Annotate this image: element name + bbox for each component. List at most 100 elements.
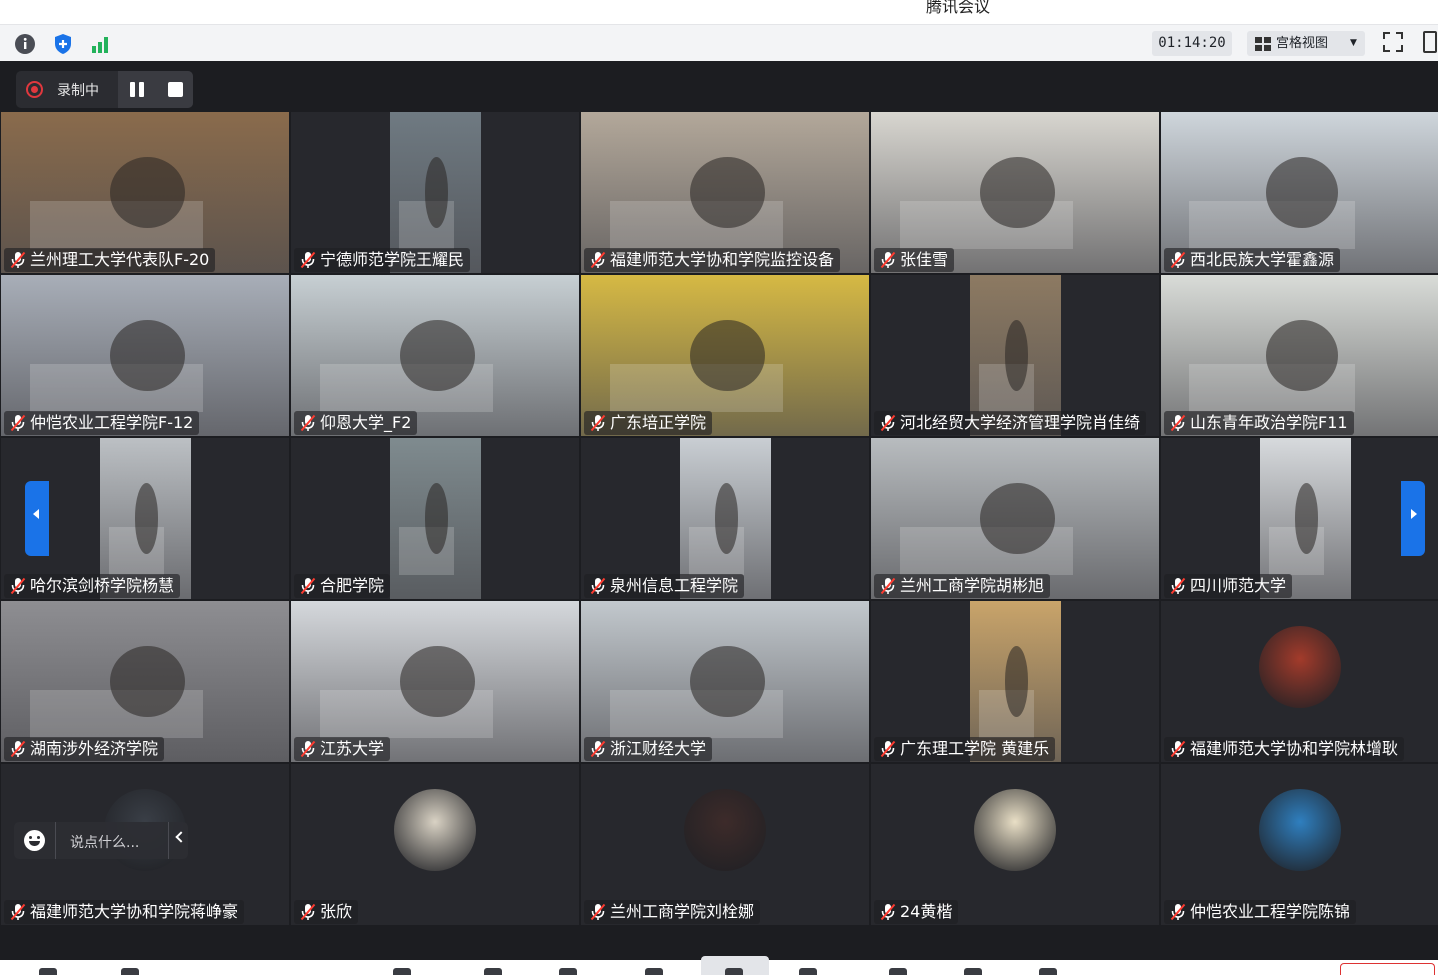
recording-label: 录制中 [57,83,99,99]
next-page-button[interactable] [1401,481,1425,556]
participant-tile[interactable]: 河北经贸大学经济管理学院肖佳绮 [871,275,1159,436]
participant-nameplate: 河北经贸大学经济管理学院肖佳绮 [874,411,1147,435]
participant-tile[interactable]: 仲恺农业工程学院陈锦 [1161,764,1438,925]
participant-tile[interactable]: 合肥学院 [291,438,579,599]
participant-tile[interactable]: 兰州工商学院胡彬旭 [871,438,1159,599]
participant-tile[interactable]: 福建师范大学协和学院林增耿 [1161,601,1438,762]
participant-tile[interactable]: 张佳雪 [871,112,1159,273]
collapse-chat-icon[interactable] [175,831,187,843]
emoji-icon[interactable] [24,830,45,851]
participant-tile[interactable]: 兰州工商学院刘栓娜 [581,764,869,925]
pause-recording-button[interactable] [130,82,145,97]
participant-nameplate: 泉州信息工程学院 [584,574,745,598]
participant-tile[interactable]: 24黄楷 [871,764,1159,925]
participant-name: 兰州工商学院刘栓娜 [610,902,755,921]
participant-tile[interactable]: 西北民族大学霍鑫源 [1161,112,1438,273]
participant-name: 福建师范大学协和学院监控设备 [610,250,835,269]
participant-tile[interactable]: 张欣 [291,764,579,925]
participant-tile[interactable]: 仰恩大学_F2 [291,275,579,436]
layout-icon[interactable] [961,963,985,975]
participant-nameplate: 张佳雪 [874,248,955,272]
participant-figure [980,157,1056,228]
mic-muted-icon [590,577,606,595]
window-title: 腾讯会议 [926,0,991,16]
end-meeting-button[interactable] [1340,963,1435,975]
apps-icon[interactable] [722,963,746,975]
participant-tile[interactable]: 广东培正学院 [581,275,869,436]
view-mode-dropdown[interactable]: 宫格视图 ▼ [1247,31,1365,56]
mic-muted-icon [1170,740,1186,758]
view-mode-label: 宫格视图 [1276,36,1329,51]
mic-muted-icon [880,577,896,595]
invite-icon[interactable] [642,963,666,975]
participant-nameplate: 山东青年政治学院F11 [1164,411,1354,435]
participant-figure [134,483,159,554]
participant-nameplate: 兰州理工大学代表队F-20 [4,248,216,272]
participant-video [390,438,481,599]
participant-tile[interactable]: 仲恺农业工程学院F-12 [1,275,289,436]
quick-chat-box[interactable]: 说点什么... [14,822,188,859]
mic-muted-icon [590,414,606,432]
security-icon[interactable] [481,963,505,975]
participant-tile[interactable]: 浙江财经大学 [581,601,869,762]
participant-avatar [1258,789,1341,871]
fullscreen-icon[interactable] [1383,32,1403,56]
window-titlebar: 腾讯会议 [0,0,1438,24]
participant-tile[interactable]: 福建师范大学协和学院监控设备 [581,112,869,273]
mic-muted-icon [10,414,26,432]
participant-nameplate: 仲恺农业工程学院F-12 [4,411,200,435]
participant-name: 福建师范大学协和学院蒋峥豪 [30,902,239,921]
stop-recording-button[interactable] [168,82,183,97]
mic-muted-icon [300,577,316,595]
participant-figure [1266,157,1339,228]
participant-nameplate: 浙江财经大学 [584,737,713,761]
participant-tile[interactable]: 江苏大学 [291,601,579,762]
sidebar-toggle-icon[interactable] [1423,31,1437,53]
shield-icon[interactable] [52,33,74,55]
participant-tile[interactable]: 广东理工学院 黄建乐 [871,601,1159,762]
mic-muted-icon [590,251,606,269]
participant-nameplate: 福建师范大学协和学院蒋峥豪 [4,900,245,924]
participant-figure [690,157,766,228]
participant-name: 兰州工商学院胡彬旭 [900,576,1045,595]
divider [55,822,56,859]
info-icon[interactable] [14,33,36,55]
settings-icon[interactable] [1036,963,1060,975]
participant-figure [1266,320,1339,391]
chat-icon[interactable] [886,963,910,975]
mute-mic-icon[interactable] [36,963,60,975]
participant-nameplate: 兰州工商学院刘栓娜 [584,900,761,924]
participant-tile[interactable]: 泉州信息工程学院 [581,438,869,599]
share-screen-icon[interactable] [390,963,414,975]
participant-nameplate: 兰州工商学院胡彬旭 [874,574,1051,598]
participant-tile[interactable]: 宁德师范学院王耀民 [291,112,579,273]
mic-muted-icon [880,414,896,432]
participant-name: 福建师范大学协和学院林增耿 [1190,739,1399,758]
participant-figure [980,483,1056,554]
participant-name: 仰恩大学_F2 [320,413,412,432]
participant-figure [690,320,766,391]
previous-page-button[interactable] [25,481,49,556]
stop-video-icon[interactable] [118,963,142,975]
mic-muted-icon [1170,577,1186,595]
meeting-timer: 01:14:20 [1152,31,1232,56]
participant-avatar [684,789,766,871]
signal-icon[interactable] [90,33,112,55]
participant-grid: 兰州理工大学代表队F-20 宁德师范学院王耀民 福建师范大学协和学院监控设备 张佳雪 西… [0,112,1438,926]
participant-tile[interactable]: 兰州理工大学代表队F-20 [1,112,289,273]
participant-figure [714,483,739,554]
participant-tile[interactable]: 四川师范大学 [1161,438,1438,599]
meeting-toolbar [0,956,1438,975]
participant-tile[interactable]: 山东青年政治学院F11 [1161,275,1438,436]
chat-input[interactable]: 说点什么... [70,832,139,852]
participant-avatar [394,789,476,871]
participant-tile[interactable]: 湖南涉外经济学院 [1,601,289,762]
members-icon[interactable] [556,963,580,975]
mic-muted-icon [880,903,896,921]
participant-nameplate: 张欣 [294,900,359,924]
participant-name: 24黄楷 [900,902,953,921]
record-icon[interactable] [796,963,820,975]
participant-nameplate: 湖南涉外经济学院 [4,737,165,761]
mic-muted-icon [300,740,316,758]
participant-figure [424,157,449,228]
